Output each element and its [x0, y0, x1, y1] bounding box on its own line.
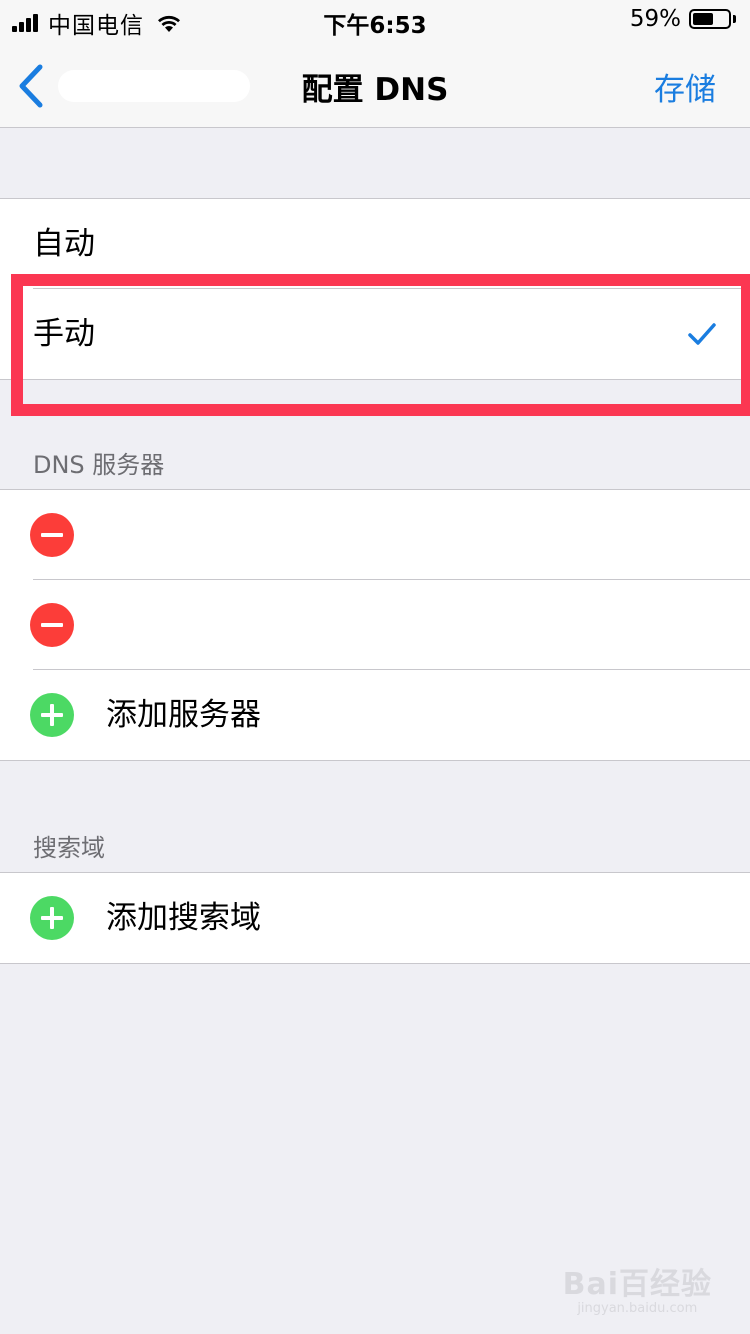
save-button[interactable]: 存储 — [654, 64, 716, 109]
watermark-url: jingyan.baidu.com — [577, 1301, 698, 1316]
status-bar: 中国电信 下午6:53 59% — [0, 0, 750, 40]
option-manual-label: 手动 — [33, 316, 95, 352]
add-search-domain-row[interactable]: 添加搜索域 — [0, 873, 750, 963]
dns-section-header: DNS 服务器 — [33, 451, 165, 479]
dns-server-row[interactable] — [0, 580, 750, 670]
add-icon[interactable] — [30, 896, 74, 940]
battery-nub — [733, 15, 736, 23]
dns-server-row[interactable] — [0, 490, 750, 580]
page-title: 配置 DNS — [301, 72, 449, 108]
delete-icon[interactable] — [30, 603, 74, 647]
battery-info: 59% — [630, 6, 736, 32]
add-server-label[interactable]: 添加服务器 — [106, 670, 261, 760]
option-automatic-label: 自动 — [33, 226, 95, 262]
dns-mode-group: 自动 手动 — [0, 198, 750, 380]
add-search-domain-label[interactable]: 添加搜索域 — [106, 873, 261, 963]
checkmark-icon — [688, 323, 716, 345]
option-automatic[interactable]: 自动 — [0, 199, 750, 289]
search-domain-header: 搜索域 — [33, 834, 105, 862]
battery-fill — [693, 13, 714, 25]
search-domain-group: 添加搜索域 — [0, 872, 750, 964]
watermark-brand: Bai百经验 — [562, 1267, 712, 1302]
dns-servers-group: 添加服务器 — [0, 489, 750, 761]
add-server-row[interactable]: 添加服务器 — [0, 670, 750, 760]
delete-icon[interactable] — [30, 513, 74, 557]
watermark-logo: Bai百经验 jingyan.baidu.com — [563, 1259, 712, 1316]
option-manual[interactable]: 手动 — [0, 289, 750, 379]
nav-bar: 配置 DNS 存储 — [0, 40, 750, 128]
add-icon[interactable] — [30, 693, 74, 737]
battery-percent: 59% — [629, 6, 681, 32]
battery-icon — [689, 9, 731, 29]
